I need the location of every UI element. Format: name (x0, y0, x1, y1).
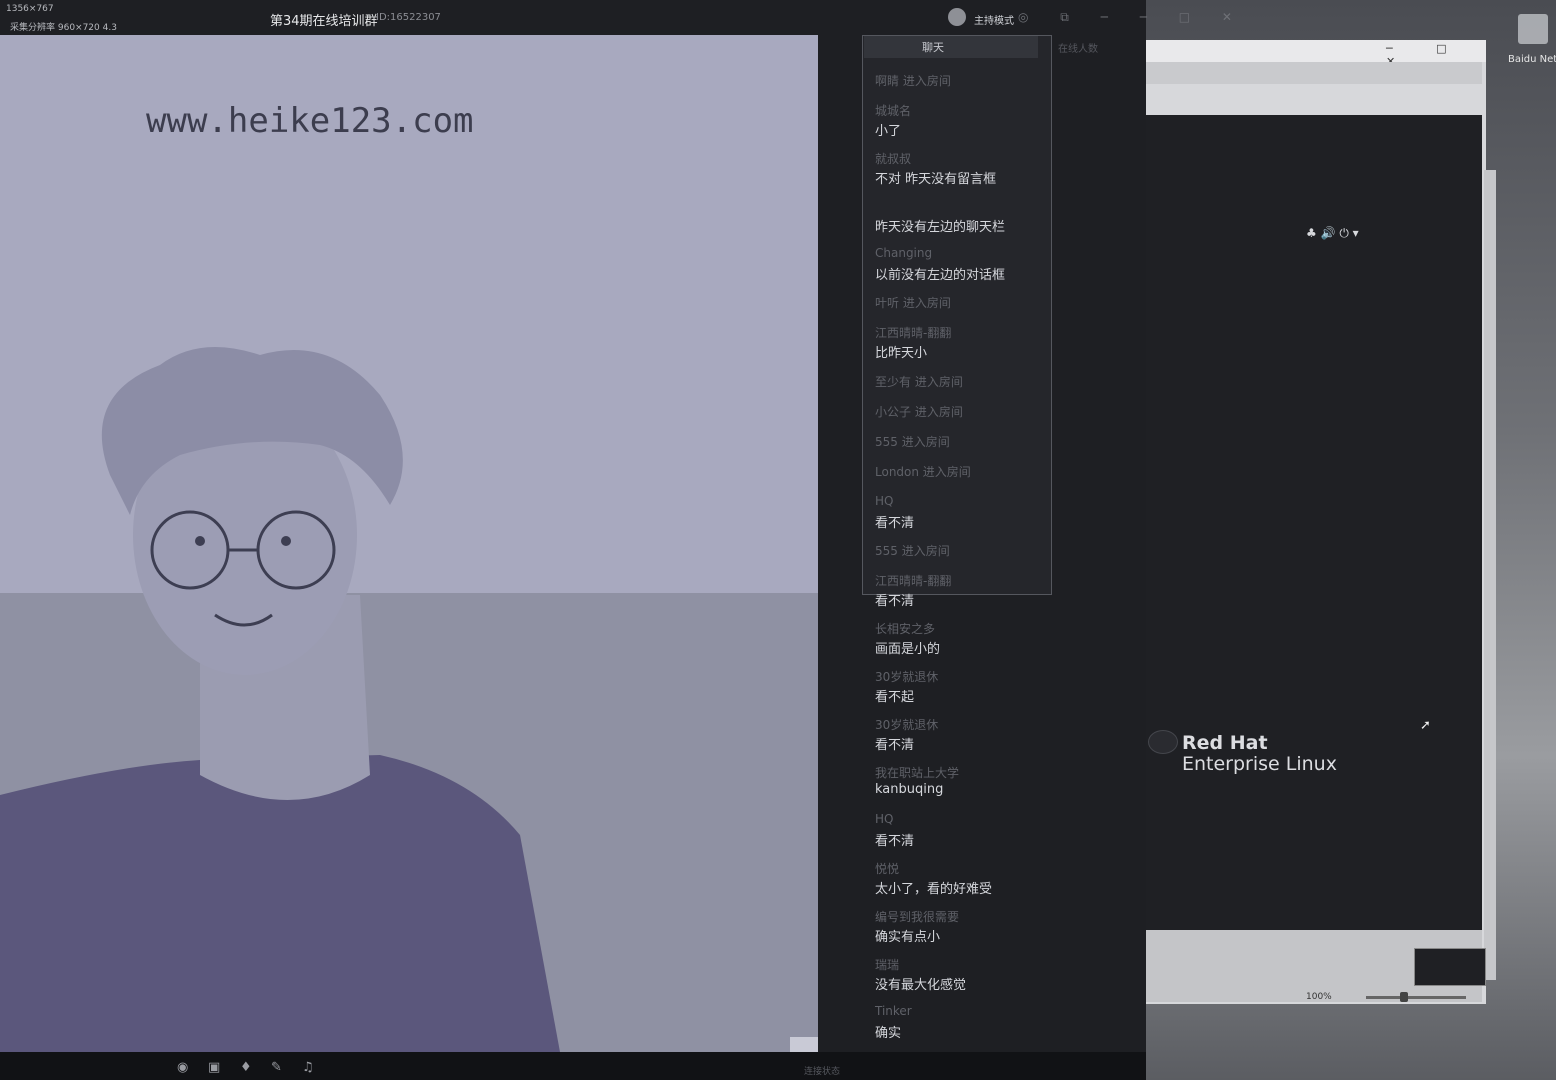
chat-text: 画面是小的 (875, 642, 941, 657)
chat-text: 确实有点小 (875, 930, 941, 945)
chat-sender: 江西晴晴-翻翻 (875, 326, 952, 340)
eye-left (195, 536, 205, 546)
music-icon[interactable]: ♫ (302, 1060, 314, 1075)
window-title: 第34期在线培训群 (270, 14, 378, 29)
chat-sender: 长相安之多 (875, 622, 936, 636)
video-area[interactable]: www.heike123.com (0, 35, 818, 1052)
dimension-label: 1356×767 (6, 4, 54, 14)
eye-right (281, 536, 291, 546)
host-avatar[interactable] (948, 8, 966, 26)
chat-text: 小了 (875, 124, 902, 139)
vm-toolbar (1146, 62, 1482, 84)
chat-sender: 编号到我很需要 (875, 910, 960, 924)
vm-window-controls[interactable]: ─ □ ✕ (1386, 42, 1476, 68)
redhat-logo-icon (1148, 730, 1178, 754)
connection-status: 连接状态 (804, 1067, 841, 1077)
chat-sender: HQ (875, 812, 894, 826)
chat-text: kanbuqing (875, 782, 944, 797)
desktop-icon-label: Baidu Net (1508, 54, 1556, 65)
chat-join: 555 进入房间 (875, 544, 950, 558)
chat-sender: Changing (875, 246, 933, 260)
chat-sender: Tinker (875, 1004, 912, 1018)
chat-text: 昨天没有左边的聊天栏 (875, 220, 1006, 235)
chat-text: 看不清 (875, 594, 915, 609)
chat-sender: HQ (875, 494, 894, 508)
chat-sender: 悦悦 (875, 862, 900, 876)
chat-join: 叶听 进入房间 (875, 296, 951, 310)
chat-join: 啊睛 进入房间 (875, 74, 951, 88)
microphone-icon[interactable]: ♦ (240, 1060, 252, 1075)
chat-sender: 城城名 (875, 104, 912, 118)
vm-zoom-level: 100% (1306, 992, 1332, 1002)
chat-sender: 就叔叔 (875, 152, 912, 166)
tab-chat-label: 聊天 (922, 41, 944, 54)
room-id: ID:16522307 (376, 12, 441, 23)
tab-online[interactable]: 在线人数 (1058, 40, 1098, 55)
camera-icon[interactable]: ◉ (177, 1060, 188, 1075)
chat-text: 看不清 (875, 834, 915, 849)
vm-zoom-slider[interactable] (1366, 996, 1466, 999)
chat-sender: 30岁就退休 (875, 718, 939, 732)
chat-join: 至少有 进入房间 (875, 375, 963, 389)
chat-join: 小公子 进入房间 (875, 405, 963, 419)
vm-zoom-knob[interactable] (1400, 992, 1408, 1002)
resize-corner[interactable] (790, 1037, 818, 1052)
chat-sender: 我在职站上大学 (875, 766, 960, 780)
chat-text: 看不清 (875, 516, 915, 531)
redhat-title: Red Hat (1182, 732, 1268, 754)
edit-icon[interactable]: ✎ (271, 1060, 282, 1075)
chat-sender: 瑞瑞 (875, 958, 900, 972)
chat-overlay-box (862, 35, 1052, 595)
chat-text: 不对 昨天没有留言框 (875, 172, 997, 187)
chat-text: 以前没有左边的对话框 (875, 268, 1006, 283)
chat-text: 看不清 (875, 738, 915, 753)
chat-join: London 进入房间 (875, 465, 971, 479)
host-mode-button[interactable]: 主持模式 (974, 12, 1014, 27)
chat-join: 555 进入房间 (875, 435, 950, 449)
presenter-avatar-illustration (0, 347, 560, 1052)
image-icon[interactable]: ▣ (208, 1060, 220, 1075)
chat-text: 太小了，看的好难受 (875, 882, 993, 897)
chat-text: 看不起 (875, 690, 915, 705)
vm-scrollbar[interactable] (1484, 170, 1496, 980)
bottom-toolbar (0, 1052, 1146, 1080)
chat-text: 确实 (875, 1026, 902, 1041)
mouse-cursor-icon: ➚ (1420, 718, 1431, 733)
chat-text: 没有最大化感觉 (875, 978, 967, 993)
resolution-note: 采集分辨率 960×720 4.3 (10, 23, 117, 33)
window-control-icons[interactable]: ◎ ⧉ ─ ─ □ ✕ (1018, 10, 1246, 25)
vm-status-icons[interactable]: ♣ 🔊 ⏻ ▾ (1306, 226, 1359, 241)
watermark-url: www.heike123.com (146, 101, 474, 141)
chat-sender: 30岁就退休 (875, 670, 939, 684)
redhat-subtitle: Enterprise Linux (1182, 753, 1337, 775)
tab-chat[interactable] (864, 36, 1038, 58)
chat-sender: 江西晴晴-翻翻 (875, 574, 952, 588)
chat-text: 比昨天小 (875, 346, 928, 361)
vm-thumbnail[interactable] (1414, 948, 1486, 986)
desktop-app-icon[interactable] (1518, 14, 1548, 44)
